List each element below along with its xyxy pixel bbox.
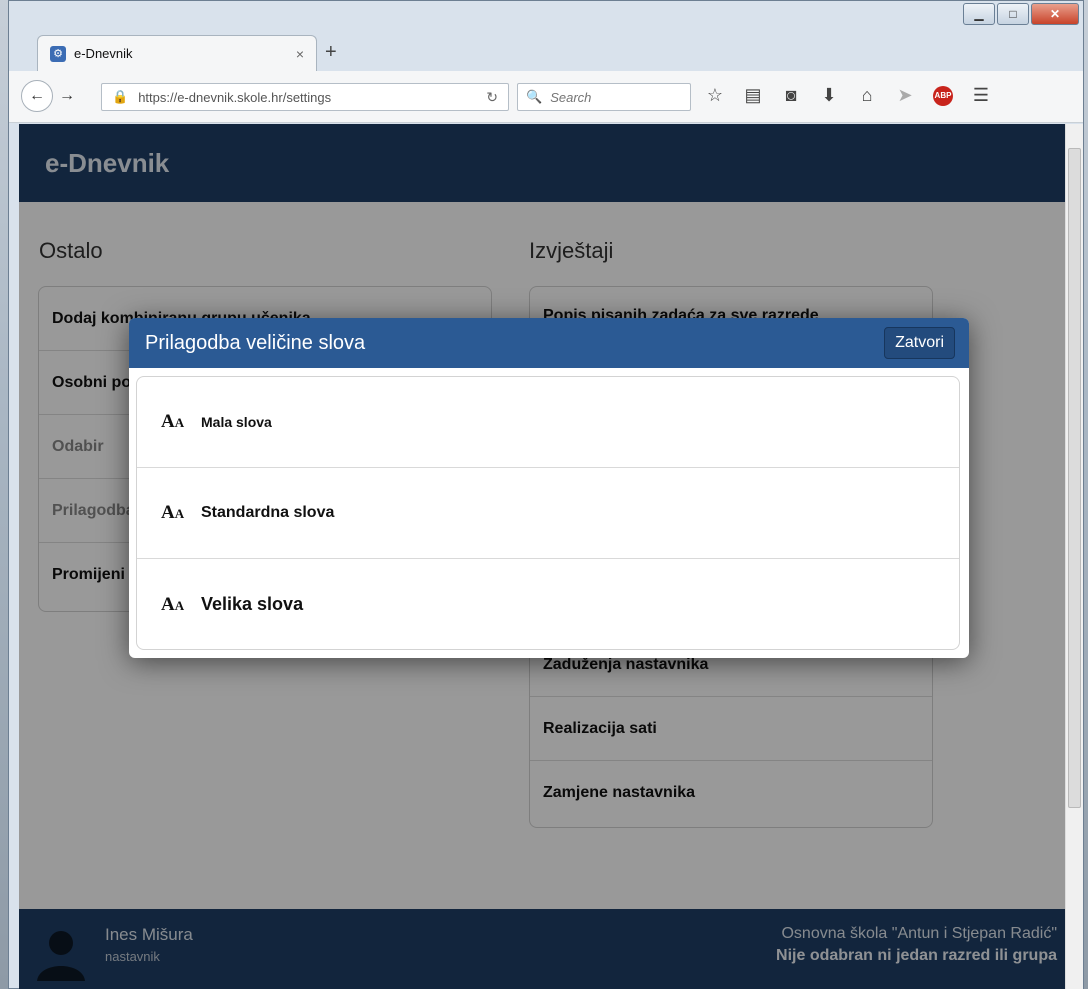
menu-icon[interactable]: ☰ [971,85,991,106]
download-icon[interactable]: ⬇ [819,85,839,106]
option-label: Velika slova [201,594,304,614]
close-modal-button[interactable]: Zatvori [884,327,955,359]
font-size-icon: AA [161,411,185,432]
bookmark-star-icon[interactable]: ☆ [705,85,725,106]
url-text[interactable]: https://e-dnevnik.skole.hr/settings [138,90,486,105]
option-label: Mala slova [201,414,272,430]
search-box[interactable]: 🔍 [517,83,691,111]
close-tab-icon[interactable]: × [296,46,304,62]
option-small-font[interactable]: AA Mala slova [137,377,959,468]
reading-list-icon[interactable]: ▤ [743,85,763,106]
browser-tab[interactable]: ⚙ e-Dnevnik × [37,35,317,71]
back-forward-group: ← → [21,80,101,112]
search-input[interactable] [548,88,683,106]
back-button[interactable]: ← [21,80,53,112]
navigation-bar: ← → 🔒 https://e-dnevnik.skole.hr/setting… [9,71,1083,123]
vertical-scrollbar[interactable] [1065,124,1083,989]
page-viewport: e-Dnevnik Ostalo Dodaj kombiniranu grupu… [19,124,1065,989]
option-label: Standardna slova [201,504,335,521]
browser-window: ▁ □ ✕ ⚙ e-Dnevnik × + ← → 🔒 https://e-dn… [8,0,1084,989]
send-icon[interactable]: ➤ [895,85,915,106]
toolbar-icons: ☆ ▤ ◙ ⬇ ⌂ ➤ ABP ☰ [705,85,991,106]
font-size-icon: AA [161,593,185,615]
modal-title: Prilagodba veličine slova [145,332,366,354]
option-standard-font[interactable]: AA Standardna slova [137,468,959,559]
new-tab-icon[interactable]: + [325,41,337,64]
home-icon[interactable]: ⌂ [857,85,877,106]
url-bar[interactable]: 🔒 https://e-dnevnik.skole.hr/settings ↻ [101,83,509,111]
adblock-icon[interactable]: ABP [933,85,953,106]
tab-bar: ⚙ e-Dnevnik × + [9,1,1083,71]
modal-header: Prilagodba veličine slova Zatvori [129,318,969,368]
pocket-icon[interactable]: ◙ [781,85,801,106]
font-size-options: AA Mala slova AA Standardna slova AA Vel… [136,376,960,650]
scroll-thumb[interactable] [1068,148,1081,808]
font-size-icon: AA [161,502,185,523]
forward-button[interactable]: → [59,87,75,105]
search-icon: 🔍 [526,89,543,104]
lock-icon: 🔒 [112,89,129,104]
tab-title: e-Dnevnik [74,46,133,61]
font-size-modal: Prilagodba veličine slova Zatvori AA Mal… [129,318,969,658]
reload-icon[interactable]: ↻ [486,89,498,106]
option-large-font[interactable]: AA Velika slova [137,559,959,649]
site-favicon-icon: ⚙ [50,45,66,62]
